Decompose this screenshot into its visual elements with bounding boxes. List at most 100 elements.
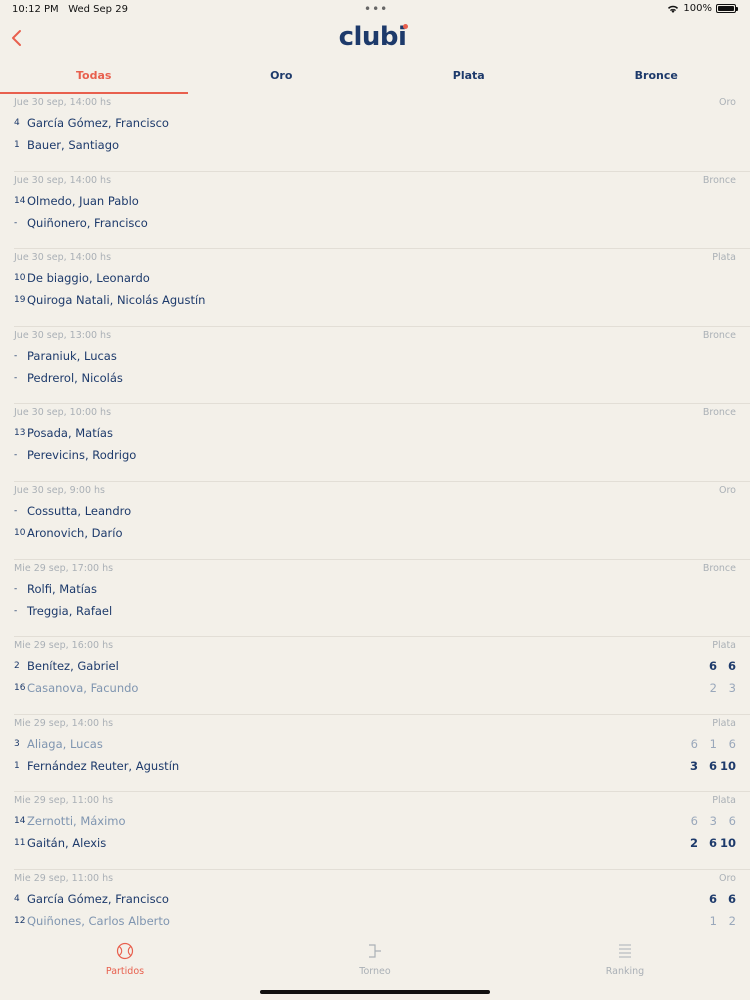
match-datetime: Mie 29 sep, 17:00 hs (14, 562, 114, 574)
player-name: Olmedo, Juan Pablo (27, 193, 139, 208)
match-row[interactable]: Jue 30 sep, 14:00 hs Plata 10 De biaggio, L… (14, 249, 750, 327)
player-row: 11 Gaitán, Alexis 2 6 10 (14, 833, 736, 853)
player-seed: - (14, 217, 18, 228)
player-name: Quiñonero, Francisco (27, 215, 148, 230)
set-score: 6 (708, 659, 717, 674)
match-category: Oro (719, 484, 736, 496)
player-name: García Gómez, Francisco (27, 116, 169, 130)
match-row[interactable]: Jue 30 sep, 14:00 hs Oro 4 García Gómez, Fr… (14, 94, 750, 172)
player-row: 1 Bauer, Santiago (14, 135, 736, 155)
set-score: 6 (728, 814, 736, 829)
player-row: 1 Fernández Reuter, Agustín 3 6 10 (14, 756, 736, 776)
match-category: Oro (719, 97, 736, 108)
set-score: 2 (709, 681, 717, 696)
nav-partidos[interactable]: Partidos (0, 940, 250, 990)
match-category: Bronce (702, 329, 736, 341)
match-row[interactable]: Mie 29 sep, 17:00 hs Bronce - Rolfi, Matías… (14, 560, 750, 638)
match-row[interactable]: Mie 29 sep, 11:00 hs Oro 4 García Gómez, Fr… (14, 870, 750, 932)
match-category: Bronce (702, 174, 736, 186)
match-row[interactable]: Mie 29 sep, 16:00 hs Plata 2 Benítez, Gabri… (14, 637, 750, 715)
set-scores: 66 (698, 659, 736, 673)
player-seed: 19 (14, 295, 26, 306)
player-seed: 4 (14, 893, 20, 904)
category-tabs: Todas Oro Plata Bronce (0, 66, 750, 94)
set-score: 3 (728, 681, 736, 696)
nav-ranking[interactable]: Ranking (500, 940, 750, 990)
status-bar: 10:12 PM Wed Sep 29 ••• 100% (0, 0, 750, 20)
multitask-dots-icon[interactable]: ••• (364, 2, 388, 16)
logo-text: clubi (338, 22, 407, 52)
set-score: 10 (719, 758, 736, 773)
set-scores: 23 (698, 681, 736, 695)
match-row[interactable]: Jue 30 sep, 10:00 hs Bronce 13 Posada, Matí… (14, 404, 750, 482)
set-scores: 66 (698, 892, 736, 906)
match-row[interactable]: Jue 30 sep, 14:00 hs Bronce 14 Olmedo, Juan… (14, 172, 750, 250)
player-seed: 3 (14, 738, 20, 749)
player-seed: 14 (14, 195, 26, 206)
player-seed: 13 (14, 428, 26, 439)
player-name: Casanova, Facundo (27, 681, 139, 696)
player-seed: 16 (14, 683, 26, 694)
player-seed: 14 (14, 816, 26, 827)
player-seed: 1 (14, 140, 20, 150)
set-scores: 2 6 10 (679, 836, 736, 850)
tab-plata[interactable]: Plata (375, 66, 563, 94)
player-name: Perevicins, Rodrigo (27, 448, 137, 463)
player-name: Treggia, Rafael (27, 603, 113, 618)
nav-torneo[interactable]: Torneo (250, 940, 500, 990)
set-score: 6 (690, 736, 698, 751)
player-name: Quiroga Natali, Nicolás Agustín (27, 293, 206, 308)
player-row: 4 García Gómez, Francisco 6 6 (14, 889, 736, 909)
player-name: Bauer, Santiago (27, 138, 120, 152)
player-name: Pedrerol, Nicolás (27, 370, 123, 385)
match-datetime: Jue 30 sep, 9:00 hs (14, 484, 105, 496)
player-name: Zernotti, Máximo (27, 814, 126, 829)
tennis-ball-icon (0, 940, 250, 962)
set-scores: 616 (679, 737, 736, 751)
player-row: 12 Quiñones, Carlos Alberto 1 2 (14, 911, 736, 931)
status-time: 10:12 PM (12, 4, 59, 15)
player-seed: 2 (14, 661, 20, 672)
tab-bronce[interactable]: Bronce (563, 66, 750, 94)
tab-todas[interactable]: Todas (0, 66, 188, 94)
player-row: - Cossutta, Leandro (14, 501, 736, 521)
player-seed: - (14, 450, 18, 461)
player-name: De biaggio, Leonardo (27, 271, 150, 286)
match-row[interactable]: Jue 30 sep, 9:00 hs Oro - Cossutta, Leandro… (14, 482, 750, 560)
player-row: - Pedrerol, Nicolás (14, 368, 736, 388)
player-row: 13 Posada, Matías (14, 423, 736, 443)
player-row: - Paraniuk, Lucas (14, 346, 736, 366)
match-row[interactable]: Jue 30 sep, 13:00 hs Bronce - Paraniuk, Luc… (14, 327, 750, 405)
nav-label: Torneo (359, 966, 391, 977)
match-row[interactable]: Mie 29 sep, 14:00 hs Plata 3 Aliaga, Lucas 6… (14, 715, 750, 793)
player-seed: 1 (14, 760, 20, 771)
set-score: 1 (709, 913, 717, 928)
set-score: 3 (709, 814, 717, 829)
player-name: Aronovich, Darío (27, 525, 123, 540)
player-name: Cossutta, Leandro (27, 503, 132, 518)
set-score: 6 (727, 891, 736, 906)
status-date: Wed Sep 29 (68, 4, 128, 15)
set-score: 2 (728, 913, 736, 928)
set-score: 6 (727, 659, 736, 674)
app-logo: clubi (0, 22, 750, 52)
set-scores: 3 6 10 (679, 759, 736, 773)
player-row: 4 García Gómez, Francisco (14, 113, 736, 133)
player-name: Rolfi, Matías (27, 581, 97, 596)
player-name: Quiñones, Carlos Alberto (27, 913, 170, 928)
tab-oro[interactable]: Oro (188, 66, 376, 94)
bracket-icon (250, 940, 500, 962)
player-row: 3 Aliaga, Lucas 6 1 6 (14, 734, 736, 754)
match-category: Bronce (702, 407, 736, 419)
match-row[interactable]: Mie 29 sep, 11:00 hs Plata 14 Zernotti, Máx… (14, 792, 750, 870)
player-row: 2 Benítez, Gabriel 6 6 (14, 656, 736, 676)
player-seed: 10 (14, 527, 26, 538)
match-category: Plata (712, 640, 736, 652)
match-datetime: Jue 30 sep, 14:00 hs (14, 174, 112, 186)
player-row: 16 Casanova, Facundo 2 3 (14, 678, 736, 698)
match-category: Bronce (702, 562, 736, 574)
player-seed: 11 (14, 838, 26, 849)
player-name: Posada, Matías (27, 426, 113, 441)
player-name: Aliaga, Lucas (27, 736, 103, 751)
player-row: - Rolfi, Matías (14, 579, 736, 599)
